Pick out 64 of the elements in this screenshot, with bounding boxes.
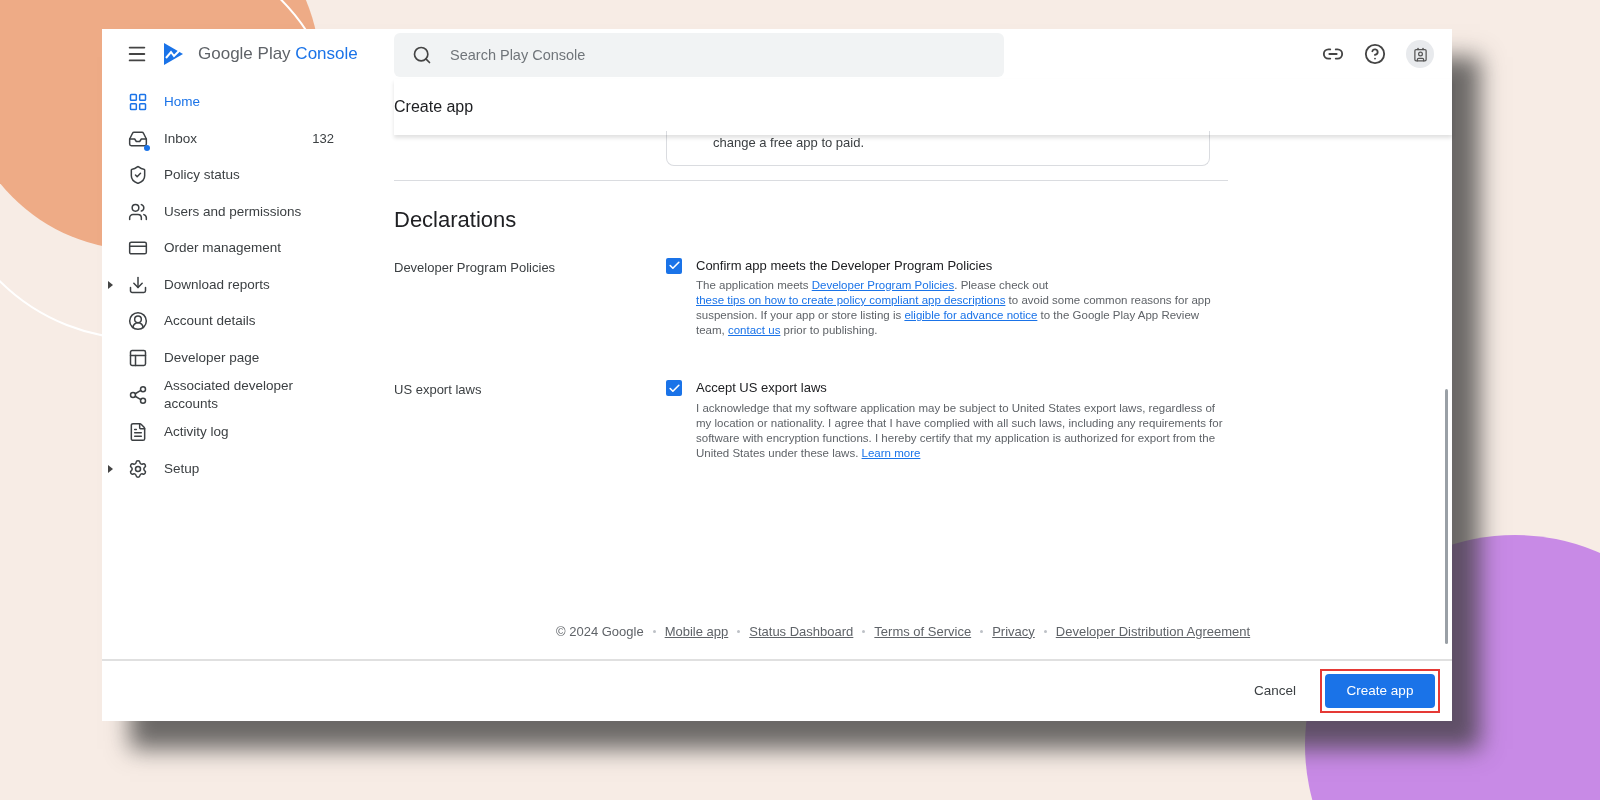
sidebar-label: Home — [164, 93, 201, 112]
expand-caret-icon[interactable] — [108, 464, 113, 473]
product-logo-text: Google Play Console — [198, 43, 358, 66]
document-icon — [128, 422, 148, 443]
section-heading: Declarations — [394, 205, 518, 234]
search-icon — [412, 45, 432, 65]
grid-icon — [128, 92, 148, 113]
settings-icon — [128, 458, 148, 479]
text-link[interactable]: these tips on how to create policy compliant app descriptions — [696, 294, 1006, 306]
help-icon[interactable] — [1364, 43, 1386, 65]
checkbox[interactable] — [666, 380, 682, 396]
declaration-label: Developer Program Policies — [394, 258, 557, 277]
sidebar-label: Setup — [164, 459, 201, 478]
sidebar-label: Account details — [164, 312, 257, 331]
text-link[interactable]: contact us — [727, 324, 781, 336]
footer-link[interactable]: Developer Distribution Agreement — [1055, 621, 1251, 641]
checkbox[interactable] — [666, 257, 682, 274]
expand-caret-icon[interactable] — [108, 280, 113, 289]
sidebar-item[interactable]: Policy status — [102, 157, 394, 194]
sidebar-item[interactable]: Setup — [102, 450, 394, 487]
search-field[interactable]: Search Play Console — [394, 33, 1004, 77]
account-avatar[interactable] — [1406, 40, 1434, 68]
sidebar-item[interactable]: Associated developer accounts — [102, 376, 394, 414]
sidebar-label: Users and permissions — [164, 202, 303, 221]
sidebar-label: Policy status — [164, 166, 241, 185]
footer-link[interactable]: Privacy — [992, 621, 1035, 641]
sidebar-item[interactable]: Download reports — [102, 266, 394, 303]
page-title: Create app — [394, 97, 474, 117]
play-logo-icon — [162, 42, 184, 66]
declaration-description: The application meets Developer Program Policies. Please check out these tips on how to create policy compliant app descriptions to avoid some common reasons for app suspension. If your app or store listing is eligible for advance notice to the Google Play App Review team, contact us prior to publishing. — [696, 278, 1212, 338]
footer-link[interactable]: Mobile app — [664, 621, 729, 641]
sidebar-label: Associated developer accounts — [164, 377, 295, 413]
sidebar-label: Developer page — [164, 348, 261, 367]
text-link[interactable]: eligible for advance notice — [904, 309, 1038, 321]
sidebar-item[interactable]: Developer page — [102, 339, 394, 376]
create-app-button[interactable]: Create app — [1325, 674, 1435, 708]
sidebar-label: Order management — [164, 239, 283, 258]
sidebar-label: Download reports — [164, 275, 271, 294]
copyright-text: © 2024 Google — [556, 622, 644, 641]
declaration-description: I acknowledge that my software application may be subject to United States export laws, regardless of my location or nationality. I agree that I have complied with all such laws, including any requirements for software with encryption functions. I hereby certify that my application is authorized for export from the United States under these laws. Learn more — [696, 400, 1224, 461]
text-link[interactable]: Learn more — [861, 446, 921, 459]
checkbox-label: Confirm app meets the Developer Program Policies — [696, 256, 994, 275]
checkbox-label: Accept US export laws — [696, 379, 828, 397]
sidebar-item[interactable]: Users and permissions — [102, 193, 394, 230]
declaration-label: US export laws — [394, 381, 483, 399]
cancel-button[interactable]: Cancel — [1245, 672, 1304, 710]
sidebar-label: Inbox — [164, 129, 199, 148]
shield-check-icon — [128, 165, 148, 186]
footer-link[interactable]: Terms of Service — [874, 621, 972, 641]
sidebar-item[interactable]: Inbox 132 — [102, 120, 394, 157]
sidebar-item[interactable]: Activity log — [102, 414, 394, 451]
page-layout-icon — [128, 347, 148, 368]
download-icon — [128, 274, 148, 295]
account-icon — [128, 311, 148, 332]
inbox-count: 132 — [312, 130, 334, 148]
sidebar-label: Activity log — [164, 423, 230, 442]
nodes-icon — [128, 385, 148, 405]
sidebar-item[interactable]: Home — [102, 84, 394, 121]
scrollbar-thumb[interactable] — [1445, 389, 1448, 644]
info-text: change a free app to paid. — [712, 134, 865, 152]
footer-link[interactable]: Status Dashboard — [749, 621, 854, 641]
sidebar-item[interactable]: Order management — [102, 230, 394, 267]
sidebar-item[interactable]: Account details — [102, 303, 394, 340]
users-icon — [128, 201, 148, 222]
